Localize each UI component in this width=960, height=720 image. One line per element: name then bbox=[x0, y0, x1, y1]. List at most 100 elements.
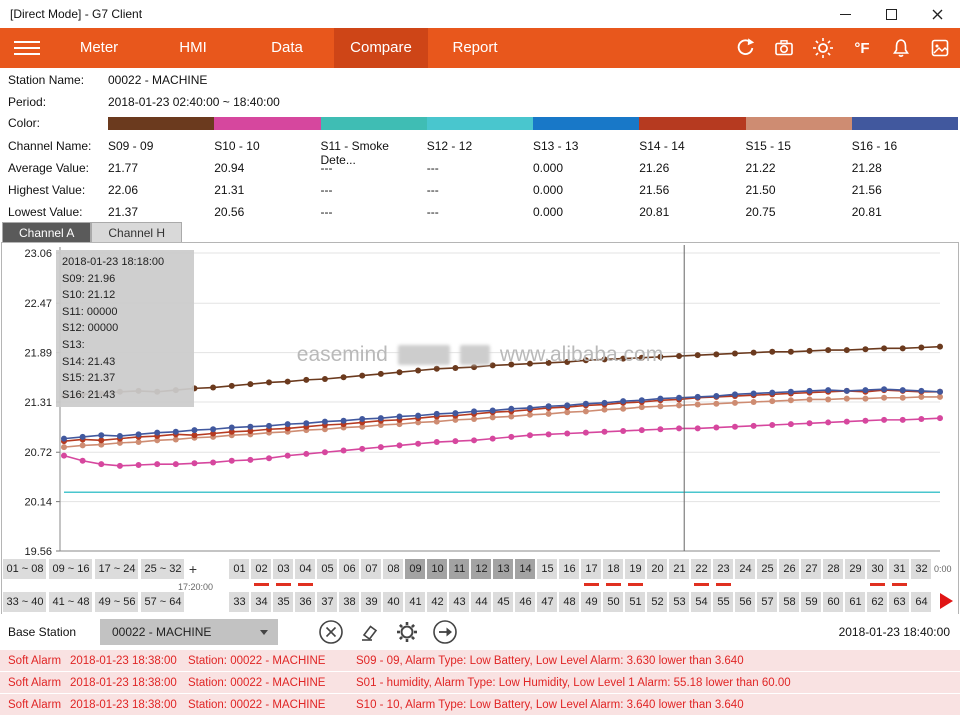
clear-button[interactable] bbox=[318, 619, 344, 645]
time-cell-03[interactable]: 03 bbox=[273, 559, 294, 580]
time-cell-06[interactable]: 06 bbox=[339, 559, 360, 580]
range-cell-33~40[interactable]: 33 ~ 40 bbox=[3, 592, 47, 613]
y-tick-label: 21.89 bbox=[24, 348, 52, 360]
range-cell-49~56[interactable]: 49 ~ 56 bbox=[95, 592, 139, 613]
time-cell-14[interactable]: 14 bbox=[515, 559, 536, 580]
time-cell-40[interactable]: 40 bbox=[383, 592, 404, 613]
time-cell-20[interactable]: 20 bbox=[647, 559, 668, 580]
time-cell-32[interactable]: 32 bbox=[911, 559, 932, 580]
time-cell-38[interactable]: 38 bbox=[339, 592, 360, 613]
camera-icon[interactable] bbox=[772, 36, 796, 60]
nav-item-compare[interactable]: Compare bbox=[334, 28, 428, 68]
nav-item-meter[interactable]: Meter bbox=[52, 28, 146, 68]
time-cell-36[interactable]: 36 bbox=[295, 592, 316, 613]
nav-item-hmi[interactable]: HMI bbox=[146, 28, 240, 68]
time-cell-35[interactable]: 35 bbox=[273, 592, 294, 613]
time-cell-47[interactable]: 47 bbox=[537, 592, 558, 613]
time-cell-10[interactable]: 10 bbox=[427, 559, 448, 580]
time-cell-31[interactable]: 31 bbox=[889, 559, 910, 580]
time-cell-48[interactable]: 48 bbox=[559, 592, 580, 613]
minimize-button[interactable] bbox=[822, 0, 868, 28]
time-cell-39[interactable]: 39 bbox=[361, 592, 382, 613]
time-cell-57[interactable]: 57 bbox=[757, 592, 778, 613]
range-cell-41~48[interactable]: 41 ~ 48 bbox=[49, 592, 93, 613]
erase-button[interactable] bbox=[356, 619, 382, 645]
temperature-unit-button[interactable]: °F bbox=[850, 36, 874, 60]
range-cell-09~16[interactable]: 09 ~ 16 bbox=[49, 559, 93, 580]
time-cell-58[interactable]: 58 bbox=[779, 592, 800, 613]
time-cell-64[interactable]: 64 bbox=[911, 592, 932, 613]
time-cell-45[interactable]: 45 bbox=[493, 592, 514, 613]
time-cell-27[interactable]: 27 bbox=[801, 559, 822, 580]
time-cell-02[interactable]: 02 bbox=[251, 559, 272, 580]
time-cell-59[interactable]: 59 bbox=[801, 592, 822, 613]
time-cell-52[interactable]: 52 bbox=[647, 592, 668, 613]
time-cell-22[interactable]: 22 bbox=[691, 559, 712, 580]
time-cell-19[interactable]: 19 bbox=[625, 559, 646, 580]
time-cell-26[interactable]: 26 bbox=[779, 559, 800, 580]
next-page-arrow[interactable] bbox=[940, 593, 953, 609]
time-cell-16[interactable]: 16 bbox=[559, 559, 580, 580]
time-cell-60[interactable]: 60 bbox=[823, 592, 844, 613]
time-cell-24[interactable]: 24 bbox=[735, 559, 756, 580]
range-cell-01~08[interactable]: 01 ~ 08 bbox=[3, 559, 47, 580]
alarm-row[interactable]: Soft Alarm2018-01-23 18:38:00Station: 00… bbox=[0, 650, 960, 671]
time-cell-42[interactable]: 42 bbox=[427, 592, 448, 613]
time-cell-11[interactable]: 11 bbox=[449, 559, 470, 580]
time-cell-18[interactable]: 18 bbox=[603, 559, 624, 580]
time-cell-63[interactable]: 63 bbox=[889, 592, 910, 613]
tab-channel-h[interactable]: Channel H bbox=[91, 222, 182, 242]
range-cell-57~64[interactable]: 57 ~ 64 bbox=[141, 592, 185, 613]
time-cell-25[interactable]: 25 bbox=[757, 559, 778, 580]
alarm-bell-icon[interactable] bbox=[889, 36, 913, 60]
time-cell-01[interactable]: 01 bbox=[229, 559, 250, 580]
time-cell-29[interactable]: 29 bbox=[845, 559, 866, 580]
time-cell-54[interactable]: 54 bbox=[691, 592, 712, 613]
time-cell-09[interactable]: 09 bbox=[405, 559, 426, 580]
settings-button[interactable] bbox=[394, 619, 420, 645]
time-cell-56[interactable]: 56 bbox=[735, 592, 756, 613]
brightness-icon[interactable] bbox=[811, 36, 835, 60]
time-cell-51[interactable]: 51 bbox=[625, 592, 646, 613]
range-cell-17~24[interactable]: 17 ~ 24 bbox=[95, 559, 139, 580]
base-station-dropdown[interactable]: 00022 - MACHINE bbox=[100, 619, 278, 645]
tab-channel-a[interactable]: Channel A bbox=[2, 222, 91, 242]
nav-item-data[interactable]: Data bbox=[240, 28, 334, 68]
time-cell-05[interactable]: 05 bbox=[317, 559, 338, 580]
alarm-row[interactable]: Soft Alarm2018-01-23 18:38:00Station: 00… bbox=[0, 672, 960, 693]
time-cell-41[interactable]: 41 bbox=[405, 592, 426, 613]
time-cell-28[interactable]: 28 bbox=[823, 559, 844, 580]
time-cell-61[interactable]: 61 bbox=[845, 592, 866, 613]
time-cell-33[interactable]: 33 bbox=[229, 592, 250, 613]
nav-item-report[interactable]: Report bbox=[428, 28, 522, 68]
time-cell-43[interactable]: 43 bbox=[449, 592, 470, 613]
refresh-icon[interactable] bbox=[733, 36, 757, 60]
time-cell-23[interactable]: 23 bbox=[713, 559, 734, 580]
time-cell-15[interactable]: 15 bbox=[537, 559, 558, 580]
maximize-button[interactable] bbox=[868, 0, 914, 28]
hamburger-menu-icon[interactable] bbox=[14, 41, 40, 55]
time-cell-50[interactable]: 50 bbox=[603, 592, 624, 613]
time-cell-34[interactable]: 34 bbox=[251, 592, 272, 613]
export-button[interactable] bbox=[432, 619, 458, 645]
time-cell-12[interactable]: 12 bbox=[471, 559, 492, 580]
alarm-row[interactable]: Soft Alarm2018-01-23 18:38:00Station: 00… bbox=[0, 694, 960, 715]
time-cell-37[interactable]: 37 bbox=[317, 592, 338, 613]
time-cell-62[interactable]: 62 bbox=[867, 592, 888, 613]
close-button[interactable] bbox=[914, 0, 960, 28]
time-cell-30[interactable]: 30 bbox=[867, 559, 888, 580]
time-cell-21[interactable]: 21 bbox=[669, 559, 690, 580]
time-cell-44[interactable]: 44 bbox=[471, 592, 492, 613]
time-cell-53[interactable]: 53 bbox=[669, 592, 690, 613]
time-cell-07[interactable]: 07 bbox=[361, 559, 382, 580]
range-cell-25~32[interactable]: 25 ~ 32 bbox=[141, 559, 185, 580]
time-cell-13[interactable]: 13 bbox=[493, 559, 514, 580]
snapshot-frame-icon[interactable] bbox=[928, 36, 952, 60]
time-cell-49[interactable]: 49 bbox=[581, 592, 602, 613]
time-cell-04[interactable]: 04 bbox=[295, 559, 316, 580]
time-cell-46[interactable]: 46 bbox=[515, 592, 536, 613]
time-cell-55[interactable]: 55 bbox=[713, 592, 734, 613]
time-cell-08[interactable]: 08 bbox=[383, 559, 404, 580]
time-cell-17[interactable]: 17 bbox=[581, 559, 602, 580]
expand-button[interactable]: + bbox=[185, 559, 201, 580]
